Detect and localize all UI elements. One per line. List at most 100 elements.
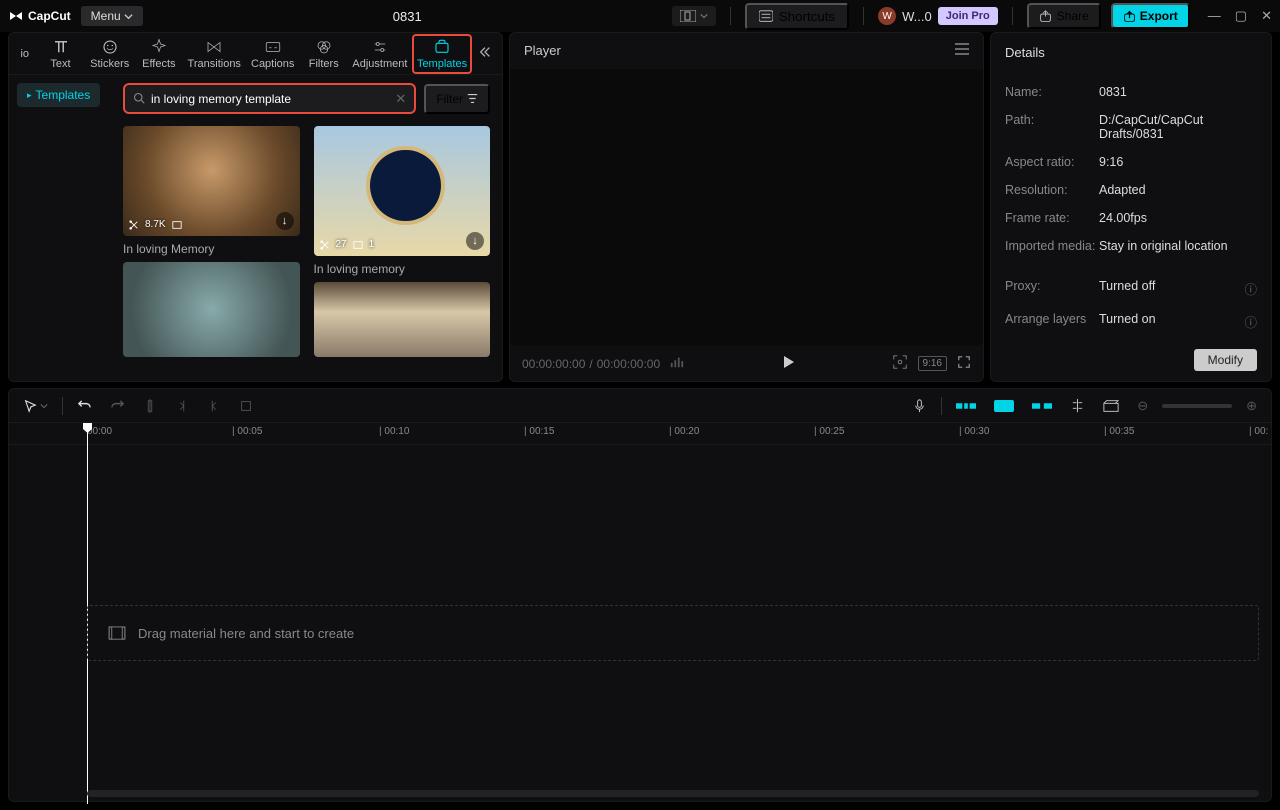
download-icon[interactable]: ↓ — [466, 232, 484, 250]
clear-search-button[interactable]: ✕ — [395, 91, 406, 107]
export-icon — [1123, 10, 1136, 23]
player-menu-button[interactable] — [955, 43, 969, 58]
sidebar-item-templates[interactable]: ▸ Templates — [17, 83, 100, 107]
preview-quality-button[interactable] — [892, 354, 908, 373]
tab-effects[interactable]: Effects — [135, 34, 183, 74]
align-button[interactable] — [1066, 396, 1089, 415]
preview-render-button[interactable] — [1099, 397, 1123, 415]
detail-value: Adapted — [1099, 183, 1257, 197]
volume-indicator[interactable] — [670, 355, 684, 372]
export-button[interactable]: Export — [1111, 3, 1190, 29]
clapper-icon — [1103, 399, 1119, 413]
maximize-button[interactable]: ▢ — [1235, 8, 1247, 24]
tab-captions[interactable]: Captions — [246, 34, 300, 74]
modify-button[interactable]: Modify — [1194, 349, 1257, 371]
aspect-preset-button[interactable] — [672, 6, 716, 26]
app-name: CapCut — [28, 9, 71, 23]
search-box[interactable]: ✕ — [123, 83, 416, 114]
redo-button[interactable] — [106, 396, 129, 415]
info-icon[interactable]: ⓘ — [1244, 312, 1257, 331]
split-button[interactable] — [139, 397, 161, 415]
tab-templates[interactable]: Templates — [412, 34, 472, 74]
select-tool[interactable] — [19, 397, 52, 415]
zoom-slider[interactable] — [1162, 404, 1232, 408]
hamburger-icon — [955, 43, 969, 55]
download-icon[interactable]: ↓ — [276, 212, 294, 230]
project-title: 0831 — [143, 9, 672, 24]
magnet-aux1-button[interactable] — [990, 398, 1018, 414]
text-icon — [52, 38, 70, 56]
filters-icon — [315, 38, 333, 56]
trim-left-button[interactable] — [171, 397, 193, 415]
menu-button[interactable]: Menu — [81, 6, 143, 26]
template-card[interactable]: 8.7K ↓ In loving Memory — [123, 126, 300, 357]
record-vo-button[interactable] — [908, 396, 931, 415]
player-viewport[interactable] — [510, 69, 983, 346]
ruler-mark: | 00: — [1249, 426, 1268, 437]
window-controls: — ▢ ✕ — [1208, 8, 1272, 24]
template-thumb: 8.7K ↓ — [123, 126, 300, 236]
time-display: 00:00:00:00 / 00:00:00:00 — [522, 357, 660, 371]
title-bar: CapCut Menu 0831 Shortcuts W W...0 Join … — [0, 0, 1280, 32]
tab-filters[interactable]: Filters — [300, 34, 348, 74]
template-stat: 8.7K — [129, 219, 182, 230]
search-input[interactable] — [151, 92, 386, 106]
ruler-mark: | 00:05 — [232, 426, 262, 437]
zoom-out-button[interactable]: ⊖ — [1133, 396, 1152, 416]
join-pro-badge[interactable]: Join Pro — [938, 7, 998, 25]
split-icon — [143, 399, 157, 413]
play-button[interactable] — [781, 355, 795, 372]
mic-icon — [912, 398, 927, 413]
user-name: W...0 — [902, 9, 932, 24]
collapse-sidebar-button[interactable] — [472, 45, 498, 62]
ruler-mark: | 00:15 — [524, 426, 554, 437]
info-icon[interactable]: ⓘ — [1244, 279, 1257, 298]
ruler-mark: | 00:20 — [669, 426, 699, 437]
magnet-main-icon — [956, 400, 976, 412]
timeline-tracks[interactable]: Drag material here and start to create — [9, 445, 1271, 801]
detail-value: 24.00fps — [1099, 211, 1257, 225]
tab-adjustment[interactable]: Adjustment — [348, 34, 412, 74]
trim-right-button[interactable] — [203, 397, 225, 415]
player-panel: Player 00:00:00:00 / 00:00:00:00 — [509, 32, 984, 382]
detail-label: Resolution: — [1005, 183, 1099, 197]
undo-button[interactable] — [73, 396, 96, 415]
share-button[interactable]: Share — [1027, 3, 1101, 29]
magnet-main-button[interactable] — [952, 398, 980, 414]
tab-transitions[interactable]: Transitions — [183, 34, 246, 74]
detail-value: Turned off — [1099, 279, 1244, 298]
ruler-mark: | 00:25 — [814, 426, 844, 437]
transitions-icon — [205, 38, 223, 56]
zoom-in-button[interactable]: ⊕ — [1242, 396, 1261, 416]
magnet-aux2-button[interactable] — [1028, 398, 1056, 414]
category-tabs: io Text Stickers Effects Transitions Cap… — [9, 33, 502, 75]
detail-label: Frame rate: — [1005, 211, 1099, 225]
tab-io[interactable]: io — [13, 44, 37, 64]
minimize-button[interactable]: — — [1208, 8, 1221, 24]
timeline-ruler[interactable]: 00:00 | 00:05 | 00:10 | 00:15 | 00:20 | … — [9, 423, 1271, 445]
filter-button[interactable]: Filter — [424, 84, 490, 114]
user-chip[interactable]: W W...0 Join Pro — [878, 7, 998, 25]
fullscreen-button[interactable] — [957, 355, 971, 372]
scissors-icon — [320, 240, 330, 250]
timeline-scrollbar[interactable] — [87, 790, 1259, 797]
template-thumb — [314, 282, 491, 357]
close-button[interactable]: ✕ — [1261, 8, 1272, 24]
template-card[interactable]: 27 1 ↓ In loving memory — [314, 126, 491, 357]
template-caption: In loving Memory — [123, 242, 300, 256]
detail-value: D:/CapCut/CapCut Drafts/0831 — [1099, 113, 1257, 141]
detail-label: Name: — [1005, 85, 1099, 99]
tab-stickers[interactable]: Stickers — [85, 34, 135, 74]
focus-icon — [892, 354, 908, 370]
templates-results: ✕ Filter 8.7K — [119, 75, 502, 381]
delete-button[interactable] — [235, 397, 257, 415]
timeline-drop-zone[interactable]: Drag material here and start to create — [87, 605, 1259, 661]
aspect-badge[interactable]: 9:16 — [918, 356, 947, 371]
tab-text[interactable]: Text — [37, 34, 85, 74]
player-title: Player — [524, 43, 561, 58]
redo-icon — [110, 398, 125, 413]
detail-value: Turned on — [1099, 312, 1244, 331]
aspect-icon — [680, 10, 696, 22]
shortcuts-button[interactable]: Shortcuts — [745, 3, 849, 30]
snap-chip-icon — [994, 400, 1014, 412]
